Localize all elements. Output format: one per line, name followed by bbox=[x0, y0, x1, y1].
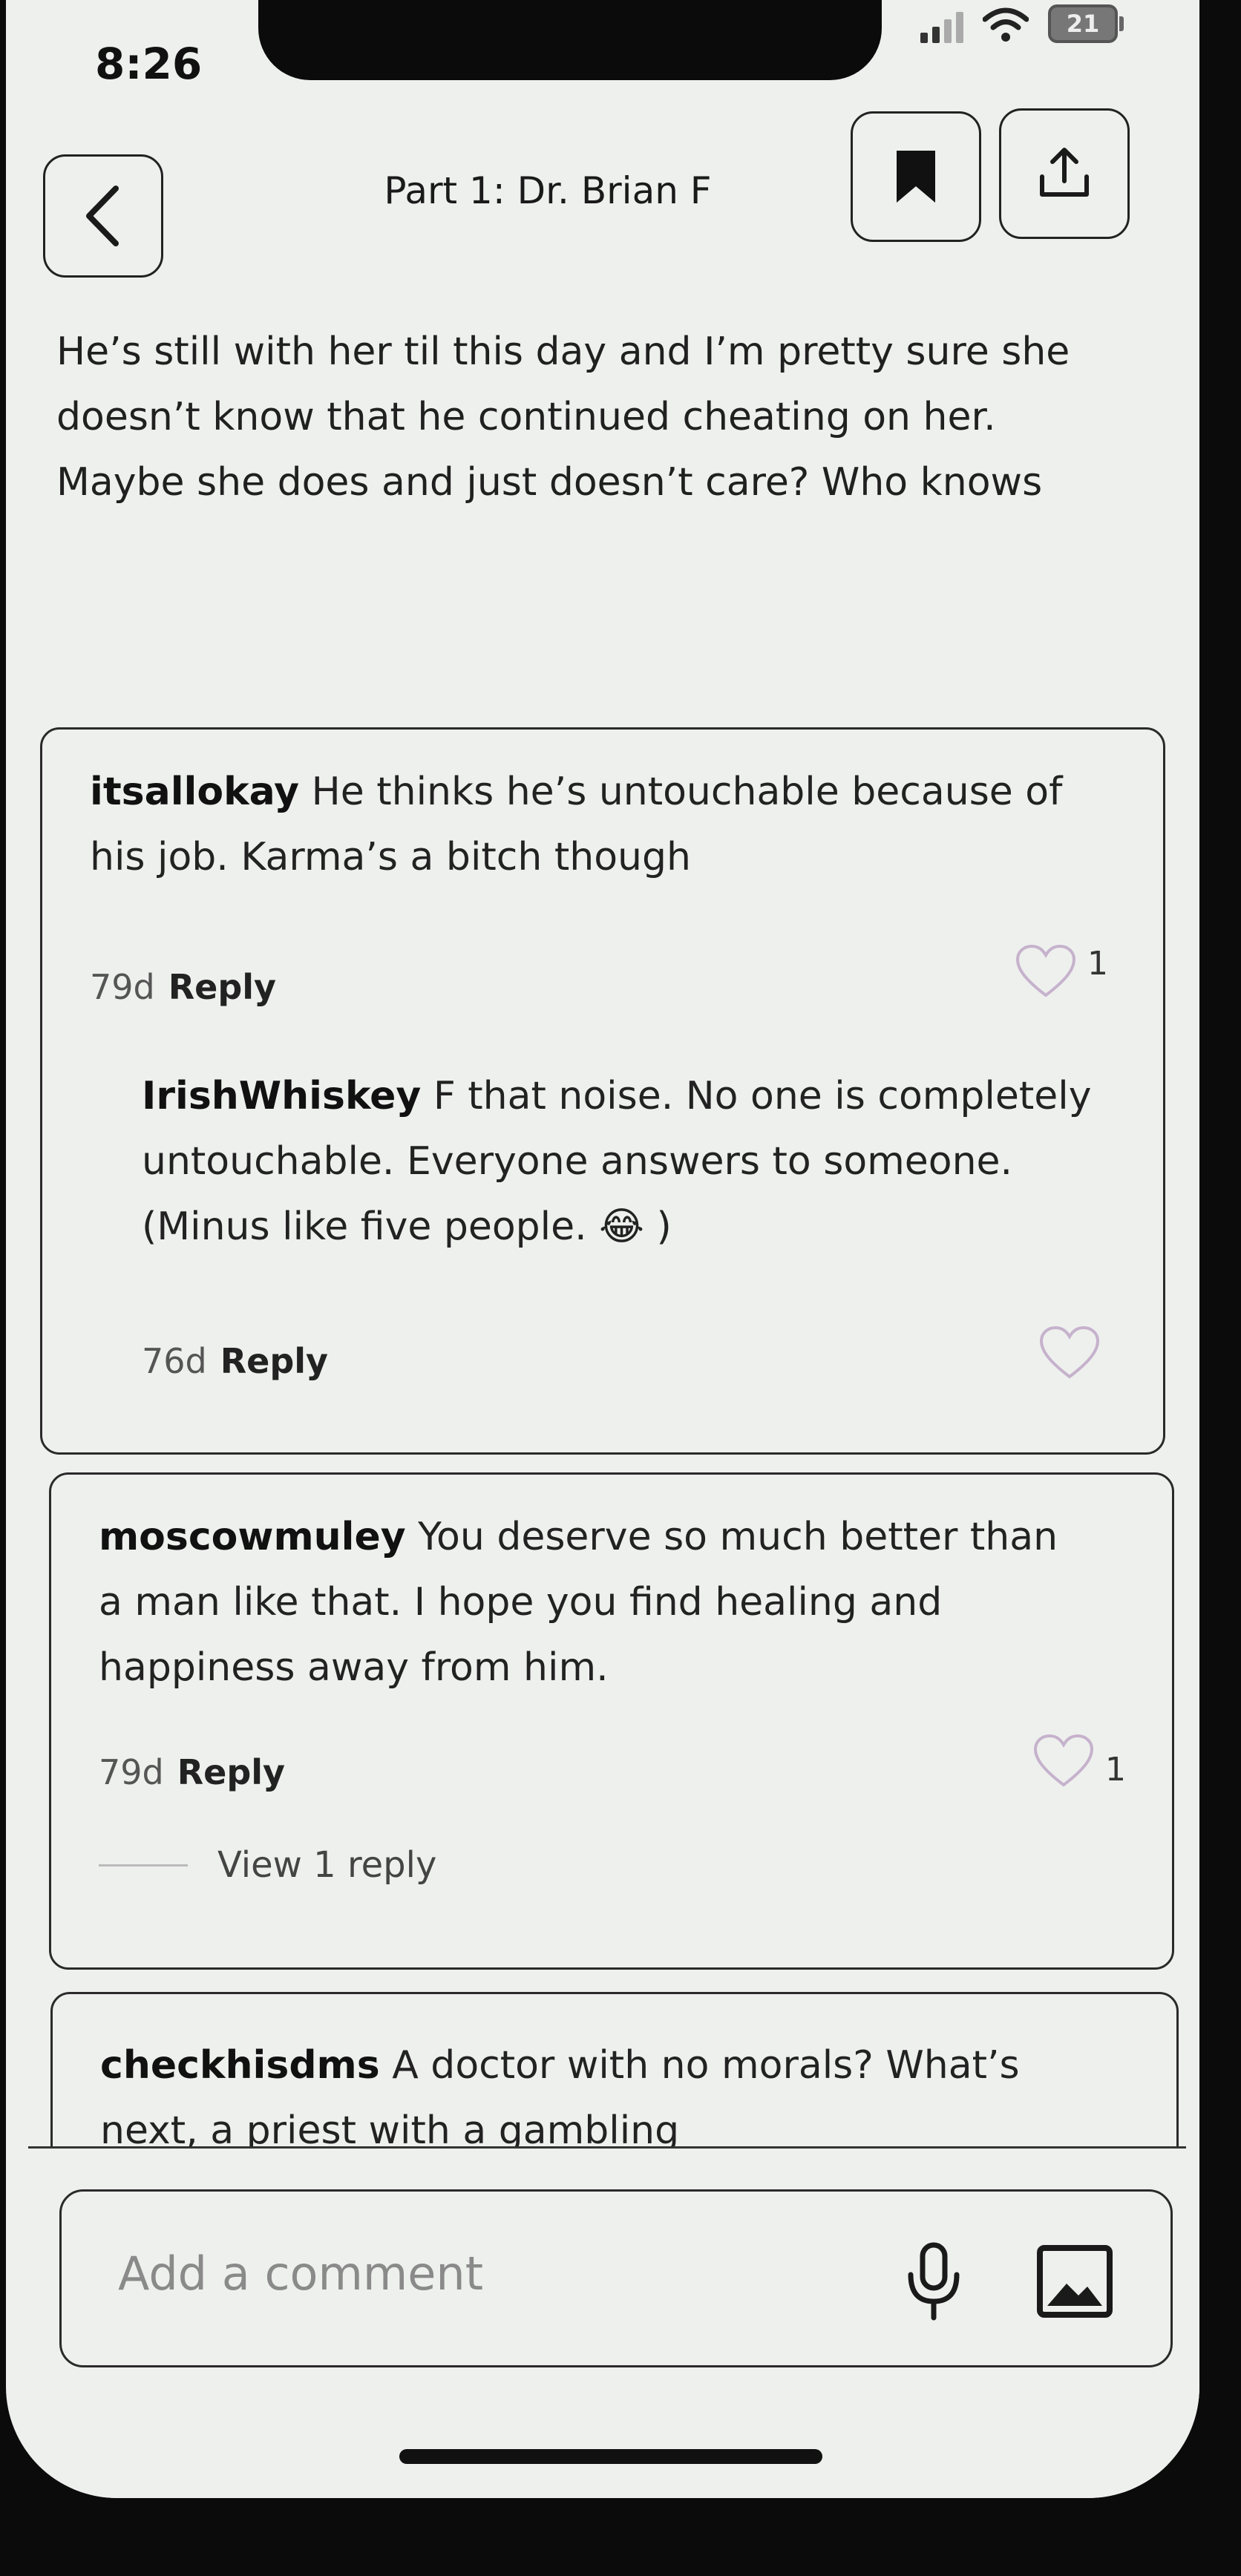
like-count: 1 bbox=[1105, 1751, 1126, 1789]
back-button[interactable] bbox=[43, 154, 163, 278]
heart-icon[interactable] bbox=[1038, 1325, 1101, 1381]
reply-text: IrishWhiskey F that noise. No one is com… bbox=[142, 1063, 1129, 1259]
status-time: 8:26 bbox=[95, 39, 203, 89]
comment-meta: 79d Reply bbox=[99, 1752, 285, 1792]
share-icon bbox=[1040, 148, 1089, 197]
view-replies-label: View 1 reply bbox=[217, 1844, 437, 1886]
divider bbox=[99, 1864, 188, 1867]
heart-icon[interactable] bbox=[1032, 1733, 1095, 1789]
comment-meta: 79d Reply bbox=[90, 967, 276, 1007]
comment-text: checkhisdms A doctor with no morals? Wha… bbox=[100, 2033, 1110, 2163]
chevron-left-icon bbox=[86, 186, 119, 246]
comment-age: 79d bbox=[99, 1752, 164, 1792]
reply-button[interactable]: Reply bbox=[220, 1341, 328, 1381]
bookmark-button[interactable] bbox=[851, 111, 981, 242]
comment-username[interactable]: checkhisdms bbox=[100, 2043, 380, 2088]
reply-button[interactable]: Reply bbox=[177, 1752, 285, 1792]
comment-username[interactable]: moscowmuley bbox=[99, 1515, 406, 1559]
comment-input[interactable]: Add a comment bbox=[59, 2189, 1173, 2367]
share-button[interactable] bbox=[999, 108, 1130, 239]
comment-meta: 76d Reply bbox=[142, 1341, 328, 1381]
phone-screen: 8:26 21 Part 1: Dr. Brian F He’s still w… bbox=[6, 0, 1199, 2498]
battery-icon: 21 bbox=[1048, 4, 1124, 43]
comment-age: 76d bbox=[142, 1341, 207, 1381]
like-count: 1 bbox=[1087, 945, 1108, 983]
comment-card: moscowmuley You deserve so much better t… bbox=[49, 1472, 1174, 1970]
comment-text: itsallokay He thinks he’s untouchable be… bbox=[90, 759, 1077, 890]
bookmark-icon bbox=[897, 151, 935, 203]
comment-username[interactable]: itsallokay bbox=[90, 770, 299, 814]
reply-button[interactable]: Reply bbox=[168, 967, 276, 1007]
comment-card: itsallokay He thinks he’s untouchable be… bbox=[40, 727, 1165, 1455]
comment-text: moscowmuley You deserve so much better t… bbox=[99, 1504, 1093, 1700]
home-indicator[interactable] bbox=[399, 2449, 822, 2464]
notch bbox=[258, 0, 882, 80]
signal-icon bbox=[920, 9, 963, 43]
page-title: Part 1: Dr. Brian F bbox=[384, 169, 712, 212]
comment-username[interactable]: IrishWhiskey bbox=[142, 1074, 421, 1118]
view-replies-link[interactable]: View 1 reply bbox=[99, 1844, 436, 1886]
comment-age: 79d bbox=[90, 967, 155, 1007]
story-text: He’s still with her til this day and I’m… bbox=[56, 330, 1070, 505]
wifi-icon bbox=[983, 7, 1029, 42]
comment-placeholder: Add a comment bbox=[118, 2246, 484, 2301]
heart-icon[interactable] bbox=[1015, 943, 1077, 1000]
status-icons: 21 bbox=[920, 4, 1124, 43]
image-icon[interactable] bbox=[1034, 2241, 1116, 2322]
microphone-icon[interactable] bbox=[900, 2241, 967, 2322]
divider bbox=[28, 2146, 1186, 2149]
